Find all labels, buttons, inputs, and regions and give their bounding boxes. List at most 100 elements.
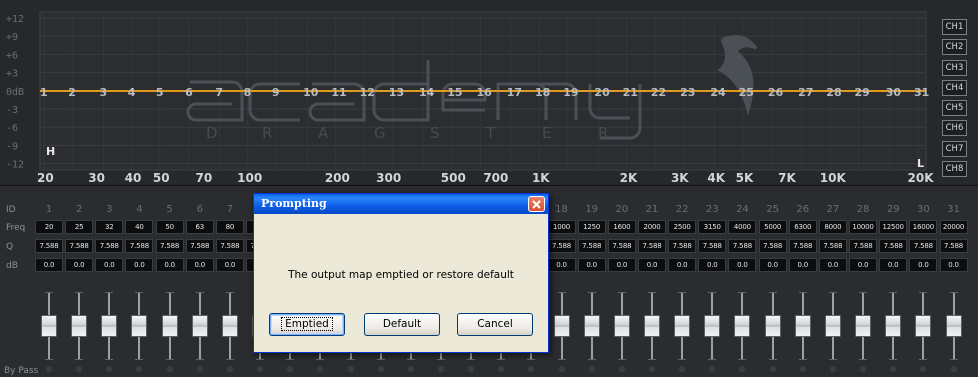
slider-thumb[interactable] xyxy=(824,315,841,337)
gain-slider[interactable] xyxy=(583,292,600,360)
q-value[interactable]: 7.588 xyxy=(758,239,787,253)
band-node[interactable]: 22 xyxy=(651,86,666,99)
q-value[interactable]: 7.588 xyxy=(728,239,757,253)
bypass-toggle[interactable] xyxy=(106,366,113,372)
db-value[interactable]: 0.0 xyxy=(155,258,184,272)
band-node[interactable]: 13 xyxy=(389,86,404,99)
freq-value[interactable]: 63 xyxy=(185,220,214,234)
slider-thumb[interactable] xyxy=(101,315,118,337)
db-value[interactable]: 0.0 xyxy=(818,258,847,272)
band-node[interactable]: 9 xyxy=(272,86,280,99)
band-node[interactable]: 2 xyxy=(68,86,76,99)
db-value[interactable]: 0.0 xyxy=(879,258,908,272)
bypass-toggle[interactable] xyxy=(498,366,505,372)
channel-button-ch7[interactable]: CH7 xyxy=(942,140,967,157)
freq-value[interactable]: 16000 xyxy=(909,220,938,234)
db-value[interactable]: 0.0 xyxy=(728,258,757,272)
band-node[interactable]: 8 xyxy=(244,86,252,99)
slider-thumb[interactable] xyxy=(794,315,811,337)
q-value[interactable]: 7.588 xyxy=(909,239,938,253)
gain-slider[interactable] xyxy=(644,292,660,360)
q-value[interactable]: 7.588 xyxy=(185,239,214,253)
q-value[interactable]: 7.588 xyxy=(818,239,847,253)
gain-slider[interactable] xyxy=(945,292,962,360)
freq-value[interactable]: 32 xyxy=(95,220,124,234)
gain-slider[interactable] xyxy=(131,292,148,360)
bypass-toggle[interactable] xyxy=(920,366,927,372)
dialog-titlebar[interactable]: Prompting xyxy=(254,194,548,214)
db-value[interactable]: 0.0 xyxy=(788,258,817,272)
bypass-toggle[interactable] xyxy=(558,366,565,372)
db-value[interactable]: 0.0 xyxy=(215,258,244,272)
slider-thumb[interactable] xyxy=(191,315,208,337)
db-value[interactable]: 0.0 xyxy=(638,258,666,272)
close-button[interactable] xyxy=(528,196,545,212)
gain-slider[interactable] xyxy=(704,292,721,360)
freq-value[interactable]: 80 xyxy=(215,220,244,234)
gain-slider[interactable] xyxy=(794,292,811,360)
channel-button-ch1[interactable]: CH1 xyxy=(942,19,967,35)
q-value[interactable]: 7.588 xyxy=(125,239,154,253)
gain-slider[interactable] xyxy=(734,292,751,360)
slider-thumb[interactable] xyxy=(885,315,902,337)
slider-thumb[interactable] xyxy=(613,315,630,337)
db-value[interactable]: 0.0 xyxy=(95,258,124,272)
bypass-toggle[interactable] xyxy=(437,366,444,372)
band-node[interactable]: 7 xyxy=(215,86,223,99)
slider-thumb[interactable] xyxy=(221,315,238,337)
gain-slider[interactable] xyxy=(855,292,872,360)
freq-value[interactable]: 8000 xyxy=(818,220,847,234)
slider-thumb[interactable] xyxy=(674,315,691,337)
band-node[interactable]: 4 xyxy=(128,86,136,99)
band-node[interactable]: 26 xyxy=(768,86,784,99)
band-node[interactable]: 14 xyxy=(419,86,435,99)
gain-slider[interactable] xyxy=(101,292,118,360)
bypass-toggle[interactable] xyxy=(317,366,324,372)
bypass-toggle[interactable] xyxy=(709,366,716,372)
band-node[interactable]: 18 xyxy=(535,86,550,99)
slider-thumb[interactable] xyxy=(71,315,88,337)
channel-button-ch6[interactable]: CH6 xyxy=(942,120,967,137)
band-node[interactable]: 25 xyxy=(739,86,754,99)
slider-thumb[interactable] xyxy=(915,315,932,337)
freq-value[interactable]: 1000 xyxy=(547,220,576,234)
gain-slider[interactable] xyxy=(553,292,570,360)
freq-value[interactable]: 20000 xyxy=(939,220,968,234)
bypass-toggle[interactable] xyxy=(739,366,746,372)
bypass-toggle[interactable] xyxy=(860,366,867,372)
freq-value[interactable]: 5000 xyxy=(758,220,787,234)
band-node[interactable]: 5 xyxy=(156,86,164,99)
band-node[interactable]: 28 xyxy=(826,86,841,99)
bypass-toggle[interactable] xyxy=(166,366,173,372)
slider-thumb[interactable] xyxy=(553,315,570,337)
bypass-toggle[interactable] xyxy=(799,366,806,372)
band-node[interactable]: 21 xyxy=(623,86,638,99)
bypass-toggle[interactable] xyxy=(890,366,897,372)
emptied-button[interactable]: Emptied xyxy=(269,313,345,336)
channel-button-ch2[interactable]: CH2 xyxy=(942,39,967,56)
gain-slider[interactable] xyxy=(221,292,238,360)
bypass-toggle[interactable] xyxy=(618,366,625,372)
band-node[interactable]: 16 xyxy=(477,86,493,99)
bypass-toggle[interactable] xyxy=(407,366,414,372)
slider-thumb[interactable] xyxy=(644,315,660,337)
band-node[interactable]: 24 xyxy=(710,86,726,99)
slider-thumb[interactable] xyxy=(945,315,962,337)
q-value[interactable]: 7.588 xyxy=(547,239,576,253)
db-value[interactable]: 0.0 xyxy=(849,258,878,272)
bypass-toggle[interactable] xyxy=(196,366,203,372)
gain-slider[interactable] xyxy=(674,292,691,360)
freq-value[interactable]: 2500 xyxy=(668,220,697,234)
db-value[interactable]: 0.0 xyxy=(547,258,576,272)
slider-thumb[interactable] xyxy=(161,315,178,337)
db-value[interactable]: 0.0 xyxy=(607,258,636,272)
q-value[interactable]: 7.588 xyxy=(668,239,697,253)
bypass-toggle[interactable] xyxy=(377,366,384,372)
band-node[interactable]: 11 xyxy=(331,86,346,99)
db-value[interactable]: 0.0 xyxy=(125,258,154,272)
freq-value[interactable]: 20 xyxy=(35,220,63,234)
freq-value[interactable]: 40 xyxy=(125,220,154,234)
bypass-toggle[interactable] xyxy=(588,366,595,372)
db-value[interactable]: 0.0 xyxy=(65,258,94,272)
eq-graph[interactable]: DRAGSTER 1 2 3 4 5 6 7 8 9 10 11 12 13 14 15 16 17 18 19 20… xyxy=(0,0,978,185)
